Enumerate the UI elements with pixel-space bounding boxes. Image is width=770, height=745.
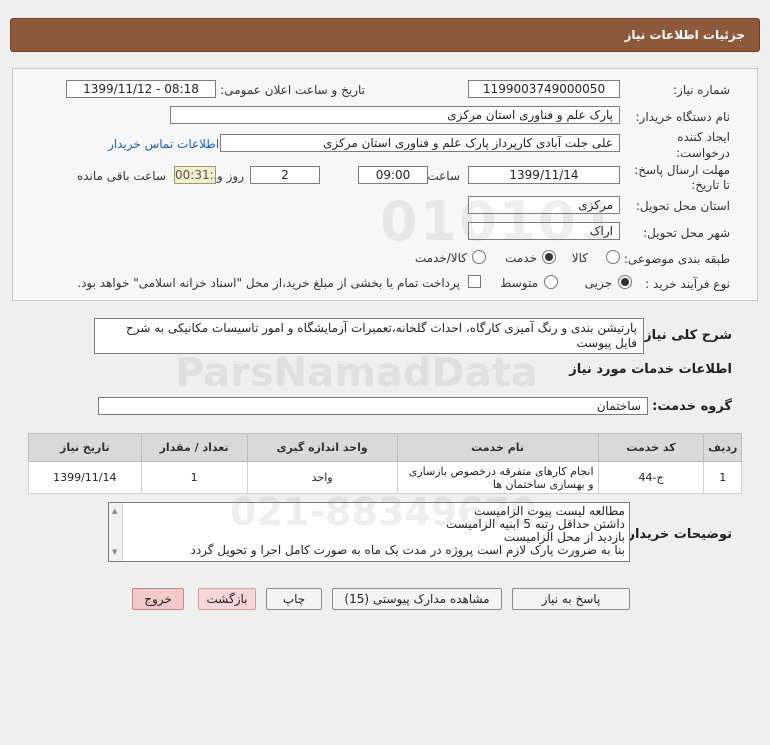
description-label: شرح کلی نیاز:	[638, 328, 732, 343]
category-label: طبقه بندی موضوعی:	[623, 252, 730, 266]
cell-code: ج-44	[597, 461, 705, 494]
category-option-service: خدمت	[505, 251, 537, 265]
back-button[interactable]: بازگشت	[198, 588, 256, 610]
page-header: جزئیات اطلاعات نیاز	[10, 18, 760, 52]
days-label: روز و	[217, 169, 244, 183]
col-unit: واحد اندازه گیری	[246, 433, 398, 462]
province-label: استان محل تحویل:	[635, 199, 730, 213]
services-table: ردیف کد خدمت نام خدمت واحد اندازه گیری ت…	[28, 433, 742, 494]
cell-date: 1399/11/14	[28, 461, 142, 494]
days-field: 2	[250, 166, 320, 184]
deadline-label-1: مهلت ارسال پاسخ:	[634, 163, 730, 177]
category-radio-both[interactable]	[472, 250, 486, 264]
cell-qty: 1	[140, 461, 248, 494]
notes-scrollbar[interactable]	[109, 503, 123, 561]
reply-button[interactable]: پاسخ به نیاز	[512, 588, 630, 610]
purchase-option-minor: جزیی	[584, 276, 612, 290]
exit-button[interactable]: خروج	[132, 588, 184, 610]
cell-row: 1	[703, 461, 742, 494]
announce-label: تاریخ و ساعت اعلان عمومی:	[220, 83, 365, 97]
buyer-org-field: پارک علم و فناوری استان مرکزی	[170, 106, 620, 124]
services-section-title: اطلاعات خدمات مورد نیاز	[569, 362, 732, 377]
purchase-option-medium: متوسط	[500, 276, 538, 290]
buyer-org-label: نام دستگاه خریدار:	[635, 110, 731, 124]
province-field: مرکزی	[468, 196, 620, 214]
service-group-field: ساختمان	[98, 397, 648, 415]
purchase-radio-medium[interactable]	[544, 275, 558, 289]
table-header-row: ردیف کد خدمت نام خدمت واحد اندازه گیری ت…	[28, 433, 742, 462]
contact-buyer-link[interactable]: اطلاعات تماس خریدار	[108, 137, 219, 151]
time-label: ساعت	[427, 169, 460, 183]
print-button[interactable]: چاپ	[266, 588, 322, 610]
category-option-goods: کالا	[571, 251, 588, 265]
purchase-radio-minor[interactable]	[618, 275, 632, 289]
description-box: پارتیشن بندی و رنگ آمیزی کارگاه، احداث گ…	[94, 318, 644, 354]
deadline-label-2: تا تاریخ:	[691, 178, 730, 192]
remaining-label: ساعت باقی مانده	[76, 169, 166, 183]
city-label: شهر محل تحویل:	[643, 226, 730, 240]
purchase-label: نوع فرآیند خرید :	[645, 277, 730, 291]
cell-unit: واحد	[246, 461, 398, 494]
notes-line: بنا به ضرورت پارک لازم است پروژه در مدت …	[190, 543, 625, 557]
creator-label-1: ایجاد کننده	[677, 130, 730, 144]
deadline-time-field: 09:00	[358, 166, 428, 184]
col-date: تاریخ نیاز	[28, 433, 142, 462]
notes-label: توضیحات خریدار:	[622, 527, 732, 542]
deadline-date-field: 1399/11/14	[468, 166, 620, 184]
notes-box[interactable]: مطالعه لیست پیوت الزامیست داشتن حداقل رت…	[108, 502, 630, 562]
service-group-label: گروه خدمت:	[652, 399, 732, 414]
cell-name: انجام کارهای متفرقه درخصوص بازسازی و بهس…	[396, 461, 599, 494]
remaining-time: 00:31:38	[174, 166, 216, 184]
category-option-both: کالا/خدمت	[414, 251, 467, 265]
creator-label-2: درخواست:	[676, 146, 730, 160]
category-radio-goods[interactable]	[606, 250, 620, 264]
category-radio-service[interactable]	[542, 250, 556, 264]
payment-note: پرداخت تمام یا بخشی از مبلغ خرید،از محل …	[77, 276, 460, 290]
col-name: نام خدمت	[396, 433, 599, 462]
city-field: اراک	[468, 222, 620, 240]
need-number-label: شماره نیاز:	[673, 83, 730, 97]
table-row: 1 ج-44 انجام کارهای متفرقه درخصوص بازساز…	[28, 461, 742, 494]
treasury-checkbox[interactable]	[468, 275, 481, 288]
col-row: ردیف	[703, 433, 742, 462]
watermark-logo-text: ParsNamadData	[175, 350, 538, 396]
announce-field: 1399/11/12 - 08:18	[66, 80, 216, 98]
col-qty: تعداد / مقدار	[140, 433, 248, 462]
info-panel	[12, 68, 758, 301]
col-code: کد خدمت	[597, 433, 705, 462]
creator-field: علی جلت آبادی کارپرداز پارک علم و فناوری…	[220, 134, 620, 152]
need-number-field: 1199003749000050	[468, 80, 620, 98]
attachments-button[interactable]: مشاهده مدارک پیوستی (15)	[332, 588, 502, 610]
page-title: جزئیات اطلاعات نیاز	[624, 28, 745, 42]
